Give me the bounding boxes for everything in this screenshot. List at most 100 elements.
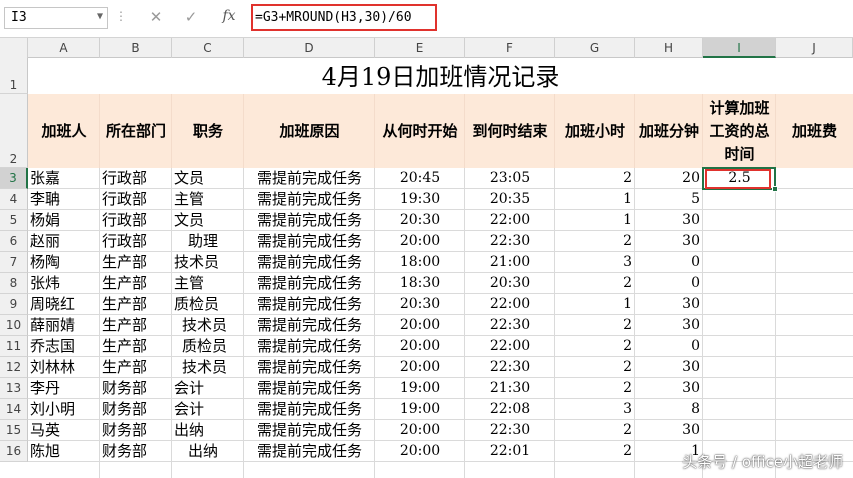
row-header-3[interactable]: 3 <box>0 168 28 189</box>
cell-g12[interactable]: 2 <box>555 357 635 378</box>
cell-b9[interactable]: 生产部 <box>100 294 172 315</box>
cell-h13[interactable]: 30 <box>635 378 703 399</box>
cell-i7[interactable] <box>703 252 776 273</box>
cell-a11[interactable]: 乔志国 <box>28 336 100 357</box>
cell-g10[interactable]: 2 <box>555 315 635 336</box>
cell-b6[interactable]: 行政部 <box>100 231 172 252</box>
cell-c15[interactable]: 出纳 <box>172 420 244 441</box>
cell-c12[interactable]: 技术员 <box>172 357 244 378</box>
row-header-2[interactable]: 2 <box>0 94 28 168</box>
cell-f5[interactable]: 22:00 <box>465 210 555 231</box>
cell-e15[interactable]: 20:00 <box>375 420 465 441</box>
cell-h8[interactable]: 0 <box>635 273 703 294</box>
cell-g3[interactable]: 2 <box>555 168 635 189</box>
column-header-j[interactable]: J <box>776 38 853 58</box>
cell-d11[interactable]: 需提前完成任务 <box>244 336 375 357</box>
cell-h14[interactable]: 8 <box>635 399 703 420</box>
cell-b16[interactable]: 财务部 <box>100 441 172 462</box>
cell-i12[interactable] <box>703 357 776 378</box>
cell-e7[interactable]: 18:00 <box>375 252 465 273</box>
cell-g13[interactable]: 2 <box>555 378 635 399</box>
cell-a6[interactable]: 赵丽 <box>28 231 100 252</box>
cell-i5[interactable] <box>703 210 776 231</box>
row-header-5[interactable]: 5 <box>0 210 28 231</box>
row-header-9[interactable]: 9 <box>0 294 28 315</box>
cell-e6[interactable]: 20:00 <box>375 231 465 252</box>
column-header-g[interactable]: G <box>555 38 635 58</box>
header-cell-j[interactable]: 加班费 <box>776 94 853 168</box>
column-header-e[interactable]: E <box>375 38 465 58</box>
cell-h11[interactable]: 0 <box>635 336 703 357</box>
column-header-h[interactable]: H <box>635 38 703 58</box>
select-all-corner[interactable] <box>0 38 28 58</box>
cell-b3[interactable]: 行政部 <box>100 168 172 189</box>
cell-d16[interactable]: 需提前完成任务 <box>244 441 375 462</box>
cell-d8[interactable]: 需提前完成任务 <box>244 273 375 294</box>
row-header-12[interactable]: 12 <box>0 357 28 378</box>
cell-d14[interactable]: 需提前完成任务 <box>244 399 375 420</box>
row-header-6[interactable]: 6 <box>0 231 28 252</box>
header-cell-e[interactable]: 从何时开始 <box>375 94 465 168</box>
cell-d7[interactable]: 需提前完成任务 <box>244 252 375 273</box>
cell-d10[interactable]: 需提前完成任务 <box>244 315 375 336</box>
cell-e8[interactable]: 18:30 <box>375 273 465 294</box>
insert-function-button[interactable]: fx <box>216 8 242 28</box>
cell-i15[interactable] <box>703 420 776 441</box>
header-cell-h[interactable]: 加班分钟 <box>635 94 703 168</box>
cell-g14[interactable]: 3 <box>555 399 635 420</box>
cell-c14[interactable]: 会计 <box>172 399 244 420</box>
header-cell-b[interactable]: 所在部门 <box>100 94 172 168</box>
cell-f8[interactable]: 20:30 <box>465 273 555 294</box>
cell-c10[interactable]: 技术员 <box>172 315 244 336</box>
cell-i10[interactable] <box>703 315 776 336</box>
cell-b5[interactable]: 行政部 <box>100 210 172 231</box>
cell-d5[interactable]: 需提前完成任务 <box>244 210 375 231</box>
cell-f16[interactable]: 22:01 <box>465 441 555 462</box>
cell-f11[interactable]: 22:00 <box>465 336 555 357</box>
header-cell-g[interactable]: 加班小时 <box>555 94 635 168</box>
chevron-down-icon[interactable]: ▼ <box>97 11 103 22</box>
cell-g5[interactable]: 1 <box>555 210 635 231</box>
column-header-b[interactable]: B <box>100 38 172 58</box>
cell-a8[interactable]: 张炜 <box>28 273 100 294</box>
cell-e14[interactable]: 19:00 <box>375 399 465 420</box>
cell-g4[interactable]: 1 <box>555 189 635 210</box>
cell-b13[interactable]: 财务部 <box>100 378 172 399</box>
cell-g9[interactable]: 1 <box>555 294 635 315</box>
cell-c4[interactable]: 主管 <box>172 189 244 210</box>
cell-b10[interactable]: 生产部 <box>100 315 172 336</box>
row-header-13[interactable]: 13 <box>0 378 28 399</box>
cell-h5[interactable]: 30 <box>635 210 703 231</box>
cell-d9[interactable]: 需提前完成任务 <box>244 294 375 315</box>
cell-e11[interactable]: 20:00 <box>375 336 465 357</box>
cell-a10[interactable]: 薛丽婧 <box>28 315 100 336</box>
cell-d15[interactable]: 需提前完成任务 <box>244 420 375 441</box>
drag-handle-icon[interactable]: ⋮ <box>115 9 127 23</box>
cell-i4[interactable] <box>703 189 776 210</box>
column-header-a[interactable]: A <box>28 38 100 58</box>
cell-d6[interactable]: 需提前完成任务 <box>244 231 375 252</box>
cell-c11[interactable]: 质检员 <box>172 336 244 357</box>
cell-c13[interactable]: 会计 <box>172 378 244 399</box>
cell-f3[interactable]: 23:05 <box>465 168 555 189</box>
cell-a9[interactable]: 周晓红 <box>28 294 100 315</box>
cell-a13[interactable]: 李丹 <box>28 378 100 399</box>
column-header-f[interactable]: F <box>465 38 555 58</box>
cell-i8[interactable] <box>703 273 776 294</box>
cell-i6[interactable] <box>703 231 776 252</box>
cell-b14[interactable]: 财务部 <box>100 399 172 420</box>
row-header-15[interactable]: 15 <box>0 420 28 441</box>
cancel-button[interactable]: ✕ <box>145 8 167 28</box>
cell-e9[interactable]: 20:30 <box>375 294 465 315</box>
cell-a16[interactable]: 陈旭 <box>28 441 100 462</box>
column-header-d[interactable]: D <box>244 38 375 58</box>
cell-i13[interactable] <box>703 378 776 399</box>
cell-a12[interactable]: 刘林林 <box>28 357 100 378</box>
cell-i11[interactable] <box>703 336 776 357</box>
row-header-4[interactable]: 4 <box>0 189 28 210</box>
cell-c6[interactable]: 助理 <box>172 231 244 252</box>
column-header-i[interactable]: I <box>703 38 776 58</box>
sheet-grid[interactable]: 4月19日加班情况记录 加班人 所在部门 职务 加班原因 从何时开始 到何时结束 加班小时加… <box>28 58 853 478</box>
cell-f12[interactable]: 22:30 <box>465 357 555 378</box>
cell-c8[interactable]: 主管 <box>172 273 244 294</box>
